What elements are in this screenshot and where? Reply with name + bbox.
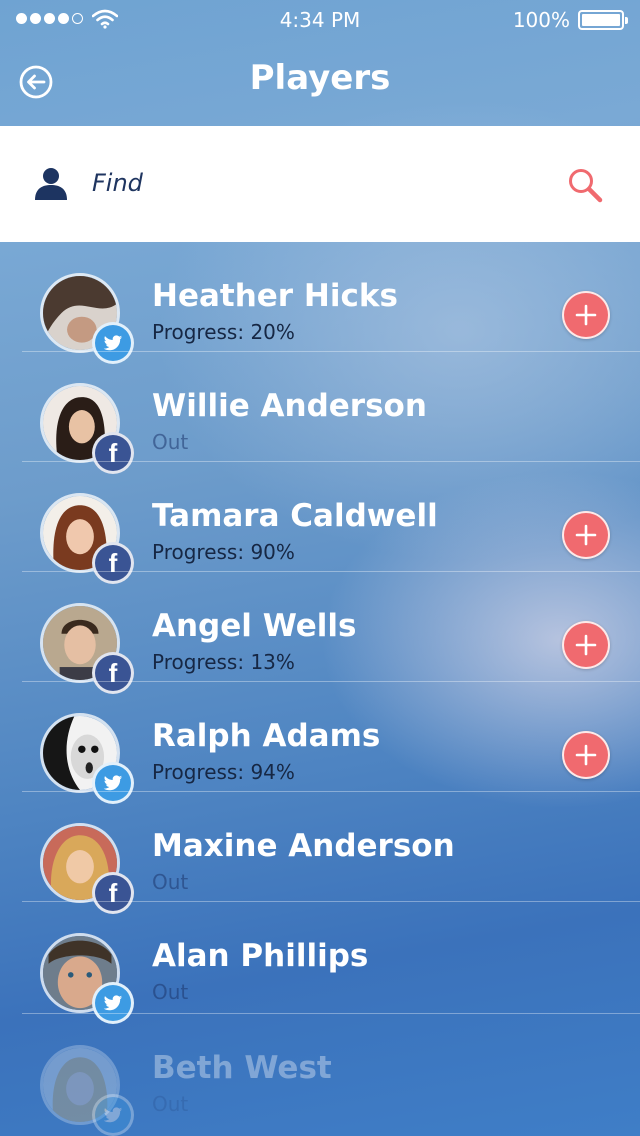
player-row[interactable]: f Tamara Caldwell Progress: 90% bbox=[0, 462, 640, 584]
player-status: Progress: 20% bbox=[152, 320, 295, 344]
player-row[interactable]: Heather Hicks Progress: 20% bbox=[0, 242, 640, 364]
battery-icon bbox=[578, 10, 628, 30]
player-row[interactable]: Ralph Adams Progress: 94% bbox=[0, 682, 640, 804]
battery-percentage: 100% bbox=[512, 8, 570, 32]
player-name: Heather Hicks bbox=[152, 278, 398, 314]
player-row[interactable]: f Willie Anderson Out bbox=[0, 352, 640, 474]
add-player-button[interactable] bbox=[562, 731, 610, 779]
twitter-bird-icon bbox=[92, 1094, 134, 1136]
search-input[interactable] bbox=[92, 162, 512, 204]
player-row[interactable]: f Maxine Anderson Out bbox=[0, 792, 640, 914]
player-name: Maxine Anderson bbox=[152, 828, 455, 864]
player-name: Willie Anderson bbox=[152, 388, 427, 424]
player-status: Out bbox=[152, 870, 189, 894]
plus-icon bbox=[575, 744, 597, 766]
search-bar bbox=[0, 126, 640, 242]
player-name: Beth West bbox=[152, 1050, 332, 1086]
player-name: Tamara Caldwell bbox=[152, 498, 438, 534]
player-name: Alan Phillips bbox=[152, 938, 369, 974]
player-row[interactable]: Alan Phillips Out bbox=[0, 902, 640, 1024]
player-row[interactable]: Beth West Out bbox=[0, 1014, 640, 1136]
player-list: Heather Hicks Progress: 20% f Willie And… bbox=[0, 242, 640, 1136]
player-status: Out bbox=[152, 1092, 189, 1116]
player-name: Ralph Adams bbox=[152, 718, 381, 754]
plus-icon bbox=[575, 524, 597, 546]
player-row[interactable]: f Angel Wells Progress: 13% bbox=[0, 572, 640, 694]
search-icon[interactable] bbox=[566, 166, 606, 206]
page-title: Players bbox=[249, 58, 391, 98]
navigation-bar: Players bbox=[0, 40, 640, 126]
player-status: Out bbox=[152, 430, 189, 454]
player-name: Angel Wells bbox=[152, 608, 357, 644]
status-bar: 4:34 PM 100% bbox=[0, 0, 640, 40]
player-status: Progress: 13% bbox=[152, 650, 295, 674]
person-icon bbox=[35, 168, 67, 200]
player-status: Progress: 94% bbox=[152, 760, 295, 784]
add-player-button[interactable] bbox=[562, 511, 610, 559]
plus-icon bbox=[575, 634, 597, 656]
add-player-button[interactable] bbox=[562, 621, 610, 669]
player-status: Out bbox=[152, 980, 189, 1004]
add-player-button[interactable] bbox=[562, 291, 610, 339]
player-status: Progress: 90% bbox=[152, 540, 295, 564]
plus-icon bbox=[575, 304, 597, 326]
